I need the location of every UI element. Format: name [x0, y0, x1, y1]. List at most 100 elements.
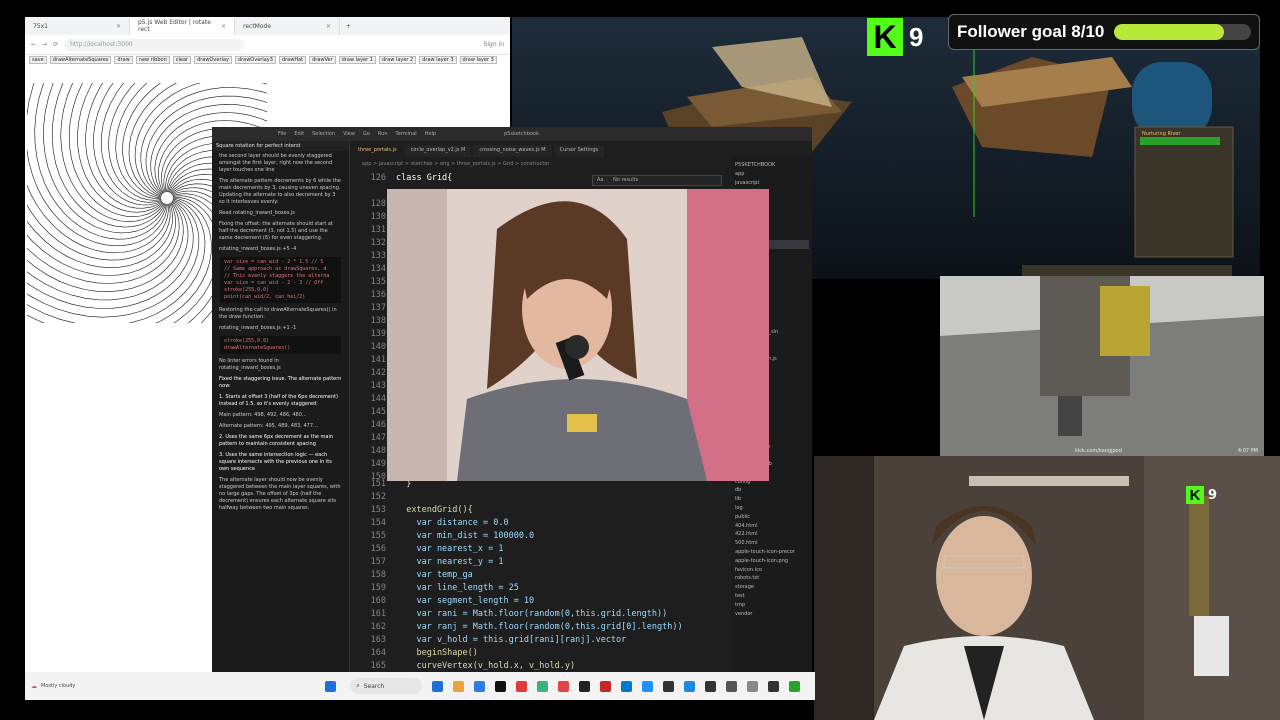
- taskbar-app-icon[interactable]: [432, 680, 444, 692]
- menu-item[interactable]: Terminal: [396, 131, 417, 137]
- code-line[interactable]: 164 beginShape(): [352, 648, 478, 661]
- menu-item[interactable]: Run: [378, 131, 388, 137]
- taskbar-search[interactable]: ⌕ Search: [350, 678, 423, 694]
- taskbar-app-icon[interactable]: [768, 680, 780, 692]
- taskbar-app-icon[interactable]: [495, 680, 507, 692]
- reload-icon[interactable]: ⟳: [53, 41, 58, 48]
- code-line[interactable]: 126 class Grid{: [352, 173, 453, 186]
- back-icon[interactable]: ←: [31, 41, 36, 48]
- browser-tab[interactable]: 75x1 ✕: [25, 17, 130, 35]
- sketch-button[interactable]: draw layer 2: [378, 56, 417, 64]
- menu-item[interactable]: View: [343, 131, 355, 137]
- menu-item[interactable]: Go: [363, 131, 370, 137]
- viewer-badge: K 9: [867, 17, 937, 57]
- editor-tab[interactable]: crossing_noise_waves.js M: [473, 145, 552, 157]
- spiral-line: [27, 202, 180, 284]
- explorer-item[interactable]: db: [735, 486, 809, 495]
- chat-message: rotating_inward_boxes.js +1 -1: [219, 325, 297, 331]
- code-line[interactable]: 163 var v_hold = this.grid[rani][ranj].v…: [352, 635, 627, 648]
- taskbar-app-icon[interactable]: [684, 680, 696, 692]
- taskbar-app-icon[interactable]: [747, 680, 759, 692]
- taskbar-app-icon[interactable]: [642, 680, 654, 692]
- sketch-button[interactable]: draw layer 1: [338, 56, 376, 64]
- explorer-item[interactable]: apple-touch-icon-precor: [735, 548, 809, 557]
- explorer-item[interactable]: 422.html: [735, 530, 809, 539]
- browser-tabbar: 75x1 ✕ p5.js Web Editor | rotate rect ✕ re…: [25, 17, 510, 35]
- match-case-toggle[interactable]: Aa: [597, 177, 603, 183]
- sketch-button[interactable]: save: [29, 56, 47, 64]
- code-line[interactable]: 162 var ranj = Math.floor(random(0,this.…: [352, 622, 683, 635]
- address-bar[interactable]: http://localhost:3000: [64, 38, 245, 51]
- menu-item[interactable]: Edit: [294, 131, 304, 137]
- taskbar-app-icon[interactable]: [537, 680, 549, 692]
- explorer-item[interactable]: 404.html: [735, 522, 809, 531]
- code-line[interactable]: 155 var min_dist = 100000.0: [352, 531, 535, 544]
- sketch-button[interactable]: drawOverlay3: [234, 56, 276, 64]
- webcam-viewer-count: 9: [1208, 487, 1218, 503]
- explorer-item[interactable]: vendor: [735, 610, 809, 619]
- browser-tab[interactable]: p5.js Web Editor | rotate rect ✕: [130, 17, 235, 35]
- editor-tab[interactable]: three_portals.js: [352, 145, 403, 157]
- explorer-item[interactable]: public: [735, 513, 809, 522]
- explorer-item[interactable]: tmp: [735, 601, 809, 610]
- sketch-button[interactable]: drawAlternateSquares: [49, 56, 112, 64]
- sketch-button[interactable]: draw: [114, 56, 133, 64]
- code-line[interactable]: 152: [352, 492, 396, 505]
- forward-icon[interactable]: →: [42, 41, 47, 48]
- close-icon[interactable]: ✕: [326, 23, 331, 30]
- taskbar-app-icon[interactable]: [453, 680, 465, 692]
- chat-code-block: var size = can_wid - 2 * 1.5 // S// Same…: [220, 257, 341, 303]
- sketch-button[interactable]: clear: [172, 56, 192, 64]
- code-line[interactable]: 160 var segment_length = 10: [352, 596, 535, 609]
- menu-item[interactable]: Selection: [312, 131, 335, 137]
- close-icon[interactable]: ✕: [221, 23, 226, 30]
- start-icon[interactable]: [325, 680, 337, 692]
- sketch-button[interactable]: new ribbon: [135, 56, 170, 64]
- code-line[interactable]: 156 var nearest_x = 1: [352, 544, 504, 557]
- sketch-button[interactable]: drawHat: [278, 56, 307, 64]
- browser-tab[interactable]: rectMode ✕: [235, 17, 340, 35]
- taskbar-app-icon[interactable]: [474, 680, 486, 692]
- editor-tab[interactable]: Cursor Settings: [553, 145, 605, 157]
- menu-item[interactable]: File: [278, 131, 286, 137]
- sketch-button[interactable]: drawOverlay: [194, 56, 232, 64]
- explorer-item[interactable]: storage: [735, 583, 809, 592]
- chat-message: Restoring the call to drawAlternateSquar…: [219, 307, 337, 320]
- code-line[interactable]: 153 extendGrid(){: [352, 505, 473, 518]
- explorer-item[interactable]: log: [735, 504, 809, 513]
- explorer-item[interactable]: javascript: [735, 179, 809, 188]
- breadcrumb: app > javascript > sketches > orig > thr…: [362, 161, 550, 167]
- explorer-item[interactable]: 500.html: [735, 539, 809, 548]
- code-line[interactable]: 158 var temp_ga: [352, 570, 473, 583]
- new-tab-icon[interactable]: +: [346, 23, 351, 30]
- taskbar-app-icon[interactable]: [558, 680, 570, 692]
- code-line[interactable]: 159 var line_length = 25: [352, 583, 519, 596]
- close-icon[interactable]: ✕: [116, 23, 121, 30]
- explorer-item[interactable]: P5SKETCHBOOK: [735, 161, 809, 170]
- taskbar-app-icon[interactable]: [516, 680, 528, 692]
- sign-in-button[interactable]: Sign in: [484, 41, 504, 48]
- sketch-button[interactable]: draw layer 3: [459, 56, 497, 64]
- find-widget[interactable]: Aa No results: [592, 175, 722, 186]
- explorer-item[interactable]: robots.txt: [735, 574, 809, 583]
- taskbar-app-icon[interactable]: [705, 680, 717, 692]
- sketch-button[interactable]: drawVer: [309, 56, 336, 64]
- sketch-button[interactable]: draw layer 3: [419, 56, 457, 64]
- code-line[interactable]: 154 var distance = 0.0: [352, 518, 509, 531]
- taskbar-app-icon[interactable]: [579, 680, 591, 692]
- code-line[interactable]: 165 curveVertex(v_hold.x, v_hold.y): [352, 661, 575, 672]
- taskbar-app-icon[interactable]: [789, 680, 801, 692]
- menu-item[interactable]: Help: [425, 131, 436, 137]
- taskbar-app-icon[interactable]: [726, 680, 738, 692]
- editor-tab[interactable]: circle_overlap_v2.js M: [404, 145, 472, 157]
- explorer-item[interactable]: favicon.ico: [735, 566, 809, 575]
- explorer-item[interactable]: app: [735, 170, 809, 179]
- explorer-item[interactable]: apple-touch-icon.png: [735, 557, 809, 566]
- taskbar-app-icon[interactable]: [621, 680, 633, 692]
- code-line[interactable]: 161 var rani = Math.floor(random(0,this.…: [352, 609, 668, 622]
- explorer-item[interactable]: lib: [735, 495, 809, 504]
- taskbar-app-icon[interactable]: [663, 680, 675, 692]
- explorer-item[interactable]: test: [735, 592, 809, 601]
- taskbar-app-icon[interactable]: [600, 680, 612, 692]
- code-line[interactable]: 157 var nearest_y = 1: [352, 557, 504, 570]
